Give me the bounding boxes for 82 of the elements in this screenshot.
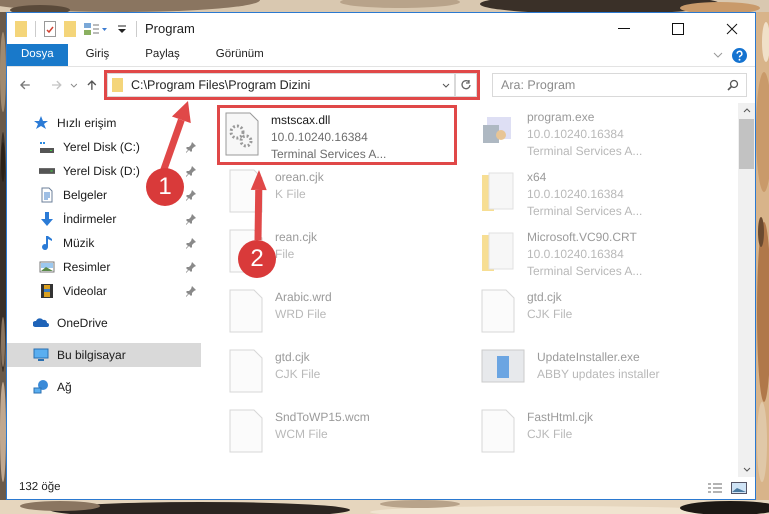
file-detail: 10.0.10240.16384	[527, 126, 625, 143]
drive-icon	[39, 168, 55, 174]
file-detail: CJK File	[527, 426, 574, 443]
computer-icon	[33, 347, 49, 363]
gear-file-icon	[225, 112, 259, 156]
file-detail: WCM File	[275, 426, 329, 443]
customize-arrow-icon[interactable]	[116, 22, 128, 34]
file-icon	[229, 409, 263, 453]
tiles-view-icon[interactable]	[731, 482, 747, 494]
file-detail: WRD File	[275, 306, 328, 323]
sidebar-item[interactable]: Yerel Disk (D:)	[7, 159, 145, 183]
chevron-down-icon[interactable]	[70, 81, 78, 89]
pin-icon[interactable]	[185, 237, 197, 249]
file-detail: CJK File	[527, 306, 572, 323]
drive-icon	[39, 141, 55, 153]
file-detail: Terminal Services A...	[527, 203, 642, 220]
sidebar-item[interactable]: İndirmeler	[7, 207, 145, 231]
file-detail: Terminal Services A...	[271, 146, 386, 163]
file-detail: 10.0.10240.16384	[527, 186, 625, 203]
installer-icon	[481, 349, 525, 383]
window-title: Program	[145, 20, 196, 38]
scrollbar[interactable]	[738, 103, 755, 477]
maximize-icon	[672, 22, 684, 34]
file-detail: File	[275, 246, 296, 263]
details-view-icon[interactable]	[707, 482, 723, 494]
file-detail: Terminal Services A...	[527, 143, 642, 160]
pin-icon[interactable]	[185, 141, 197, 153]
sidebar-item[interactable]: Bu bilgisayar	[7, 343, 201, 367]
document-icon	[39, 187, 55, 203]
search-field[interactable]: Ara: Program	[492, 73, 748, 97]
file-detail: ABBY updates installer	[537, 366, 660, 383]
search-icon	[727, 79, 740, 91]
pin-icon[interactable]	[185, 165, 197, 177]
address-bar[interactable]: C:\Program Files\Program Dizini	[107, 73, 456, 97]
sidebar-item[interactable]: OneDrive	[7, 311, 201, 335]
network-icon	[33, 379, 49, 395]
file-icon	[481, 409, 515, 453]
sidebar-item[interactable]: Belgeler	[7, 183, 145, 207]
view-menu-icon[interactable]	[84, 20, 108, 36]
sidebar-item[interactable]: Ağ	[7, 375, 201, 399]
file-detail: 10.0.10240.16384	[527, 246, 625, 263]
file-icon	[481, 289, 515, 333]
music-note-icon	[39, 235, 55, 251]
arrow	[250, 170, 267, 240]
file-icon	[229, 289, 263, 333]
file-detail: Terminal Services A...	[527, 263, 642, 280]
help-icon[interactable]	[732, 48, 747, 62]
pin-icon[interactable]	[185, 213, 197, 225]
minimize-icon	[618, 28, 630, 29]
file-detail: CJK File	[275, 366, 320, 383]
close-icon	[726, 22, 738, 34]
pin-icon[interactable]	[185, 261, 197, 273]
download-icon	[39, 211, 55, 227]
film-icon	[39, 283, 55, 299]
pictures-icon	[39, 259, 55, 275]
folder-icon	[112, 78, 124, 92]
file-detail: 10.0.10240.16384	[271, 129, 369, 146]
chevron-down-icon[interactable]	[742, 465, 750, 473]
chevron-down-icon[interactable]	[442, 81, 450, 89]
ribbon-tab[interactable]: Görünüm	[198, 44, 282, 66]
chevron-up-icon[interactable]	[742, 107, 750, 115]
star-icon	[33, 115, 49, 131]
file-detail: K File	[275, 186, 307, 203]
sidebar-item[interactable]: Yerel Disk (C:)	[7, 135, 145, 159]
sidebar-item[interactable]: Resimler	[7, 255, 145, 279]
sidebar-item[interactable]: Videolar	[7, 279, 145, 303]
scrollbar-thumb[interactable]	[739, 119, 754, 169]
sidebar-item[interactable]: Müzik	[7, 231, 145, 255]
properties-icon[interactable]	[44, 20, 56, 36]
refresh-icon	[460, 79, 472, 91]
sidebar-item[interactable]: Hızlı erişim	[7, 111, 201, 135]
file-icon	[229, 349, 263, 393]
ribbon-tab[interactable]: Dosya	[7, 44, 68, 66]
item-count: 132 öğe	[19, 480, 62, 496]
file-name[interactable]: mstscax.dll	[271, 112, 386, 129]
back-arrow-icon[interactable]	[19, 79, 31, 91]
pin-icon[interactable]	[185, 285, 197, 297]
up-arrow-icon[interactable]	[86, 79, 98, 91]
pin-icon[interactable]	[185, 189, 197, 201]
ribbon-tab[interactable]: Giriş	[68, 44, 128, 66]
ribbon-tab[interactable]: Paylaş	[127, 44, 198, 66]
refresh-button[interactable]	[455, 73, 478, 97]
